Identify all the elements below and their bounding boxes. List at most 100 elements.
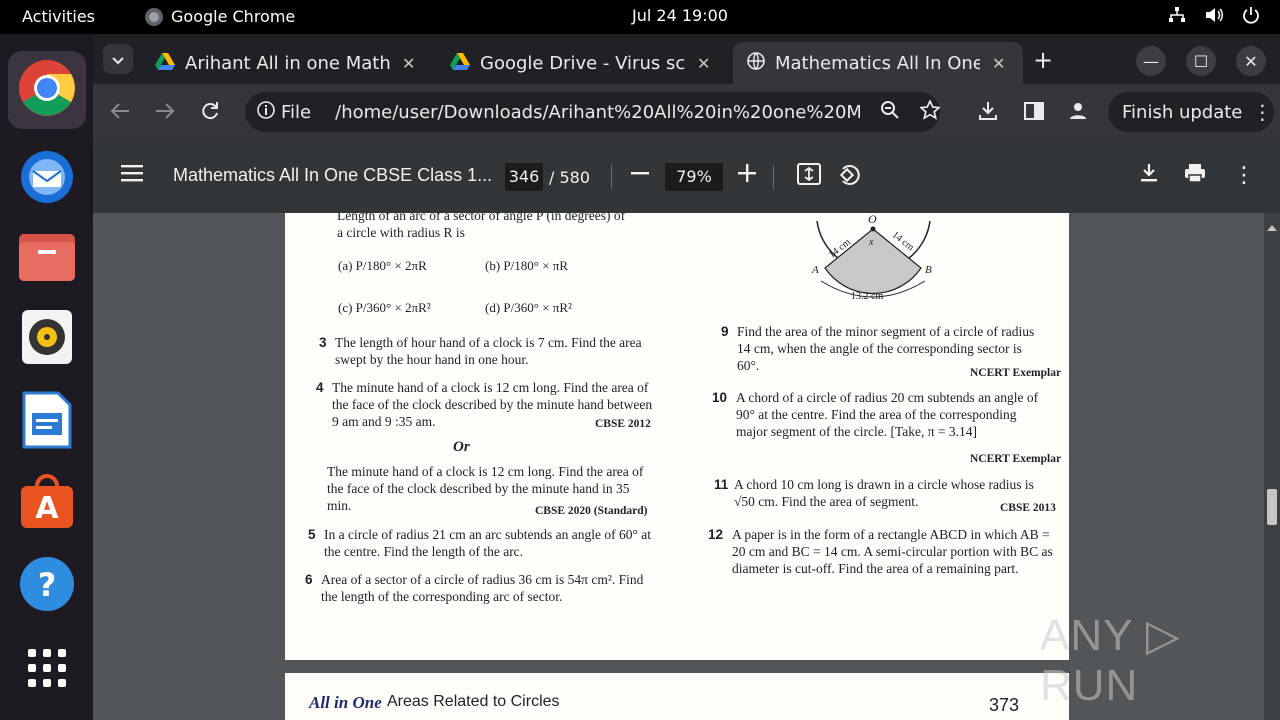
reload-icon[interactable] [200,101,220,126]
page-number-input[interactable]: 346 [505,163,543,191]
tab-arihant[interactable]: Arihant All in one Mathe ✕ [141,42,431,84]
network-icon [1168,6,1186,28]
dock-rhythmbox[interactable] [8,300,86,378]
system-top-bar: Activities Google Chrome Jul 24 19:00 [0,0,1280,34]
rotate-icon[interactable] [837,163,861,193]
tab-title: Arihant All in one Mathe [185,52,390,74]
clock[interactable]: Jul 24 19:00 [632,6,728,25]
dock-help[interactable]: ? [8,547,86,625]
sector-diagram: O 14 cm 14 cm x A B 13.2 cm [811,213,932,302]
question-text: Find the area of the minor segment of a … [737,324,1035,373]
minimize-button[interactable]: — [1136,46,1166,76]
scroll-thumb[interactable] [1267,489,1277,525]
url-text: /home/user/Downloads/Arihant%20All%20in%… [335,101,860,123]
intro-text: Length of an arc of a sector of angle P … [337,213,667,241]
finish-update-button[interactable]: Finish update ⋮ [1108,92,1274,132]
zoom-in-icon[interactable] [738,163,756,188]
chrome-icon [17,58,77,122]
question-number: 4 [316,380,324,395]
zoom-icon[interactable] [880,100,900,125]
info-icon [257,100,275,124]
tab-title: Google Drive - Virus scar [480,52,685,74]
label-o: O [868,213,877,226]
close-tab-icon[interactable]: ✕ [992,54,1005,73]
fit-page-icon[interactable] [797,163,821,191]
question-source: NCERT Exemplar [970,453,1062,465]
maximize-button[interactable]: ☐ [1186,46,1216,76]
svg-text:A: A [35,491,59,526]
power-icon [1242,6,1260,28]
show-apps-icon [27,648,67,692]
pdf-page: Length of an arc of a sector of angle P … [285,213,1069,660]
help-icon: ? [19,556,75,616]
dock: A ? [0,34,93,720]
app-menu[interactable]: Google Chrome [145,7,295,26]
tab-mathematics[interactable]: Mathematics All In One C ✕ [733,42,1023,84]
page-footer-number: 373 [989,695,1020,715]
tab-search-button[interactable] [103,44,133,74]
download-icon[interactable] [1140,163,1158,189]
question-number: 6 [305,572,313,587]
address-bar[interactable]: File /home/user/Downloads/Arihant%20All%… [245,92,942,132]
question-6: 6 Area of a sector of a circle of radius… [305,571,651,605]
zoom-input[interactable]: 79% [665,163,723,191]
question-source: NCERT Exemplar [970,367,1062,379]
dock-files[interactable] [8,219,86,297]
dock-writer[interactable] [8,383,86,461]
tab-title: Mathematics All In One C [775,52,980,74]
minimize-icon: — [1143,51,1159,71]
label-a: A [811,264,819,276]
app-center-icon: A [19,474,75,534]
maximize-icon: ☐ [1193,51,1209,71]
scroll-up-icon[interactable] [1267,216,1277,235]
back-icon[interactable] [110,101,130,125]
zoom-out-icon[interactable] [631,163,649,188]
activities-button[interactable]: Activities [22,7,95,26]
label-angle-x: x [868,237,874,248]
globe-icon [747,51,765,75]
google-drive-icon [155,52,175,75]
page-total: / 580 [549,168,591,187]
next-pdf-page: All in One Areas Related to Circles 373 [285,673,1069,720]
question-number: 9 [721,324,729,339]
option-c: (c) P/360° × 2πR² [338,300,431,315]
question-number: 11 [714,477,729,492]
question-3: 3 The length of hour hand of a clock is … [319,334,655,368]
downloads-icon[interactable] [978,101,998,126]
question-10: 10 A chord of a circle of radius 20 cm s… [712,389,1046,440]
close-tab-icon[interactable]: ✕ [402,54,415,73]
dock-chrome[interactable] [8,51,86,129]
app-name-label: Google Chrome [171,7,296,26]
chrome-small-icon [145,7,163,26]
option-a: (a) P/180° × 2πR [338,258,427,273]
bookmark-star-icon[interactable] [918,98,942,125]
dock-thunderbird[interactable] [8,138,86,216]
dock-show-apps[interactable] [8,631,86,709]
menu-icon[interactable] [121,163,143,188]
more-options-icon[interactable]: ⋮ [1233,163,1255,188]
question-text: A chord 10 cm long is drawn in a circle … [734,477,1034,509]
kebab-menu-icon: ⋮ [1252,100,1273,124]
browser-toolbar: File /home/user/Downloads/Arihant%20All%… [93,84,1280,141]
anyrun-watermark: ANY ▷ RUN [1040,611,1181,710]
question-source: CBSE 2013 [1000,502,1056,514]
close-window-button[interactable]: ✕ [1236,46,1266,76]
dock-app-center[interactable]: A [8,465,86,543]
writer-icon [22,391,72,453]
chapter-title: Areas Related to Circles [387,693,560,710]
profile-icon[interactable] [1068,101,1088,126]
thunderbird-icon [17,145,77,209]
divider [773,165,774,189]
option-d: (d) P/360° × πR² [485,300,572,315]
new-tab-button[interactable]: + [1033,46,1053,74]
question-text: The length of hour hand of a clock is 7 … [335,335,642,367]
forward-icon[interactable] [155,101,175,125]
side-panel-icon[interactable] [1024,101,1044,126]
question-source: CBSE 2020 (Standard) [535,505,648,517]
close-tab-icon[interactable]: ✕ [697,54,710,73]
tab-google-drive[interactable]: Google Drive - Virus scar ✕ [436,42,726,84]
rhythmbox-icon [21,309,73,369]
print-icon[interactable] [1184,163,1206,189]
system-tray[interactable] [1168,6,1260,28]
question-12: 12 A paper is in the form of a rectangle… [708,526,1054,577]
